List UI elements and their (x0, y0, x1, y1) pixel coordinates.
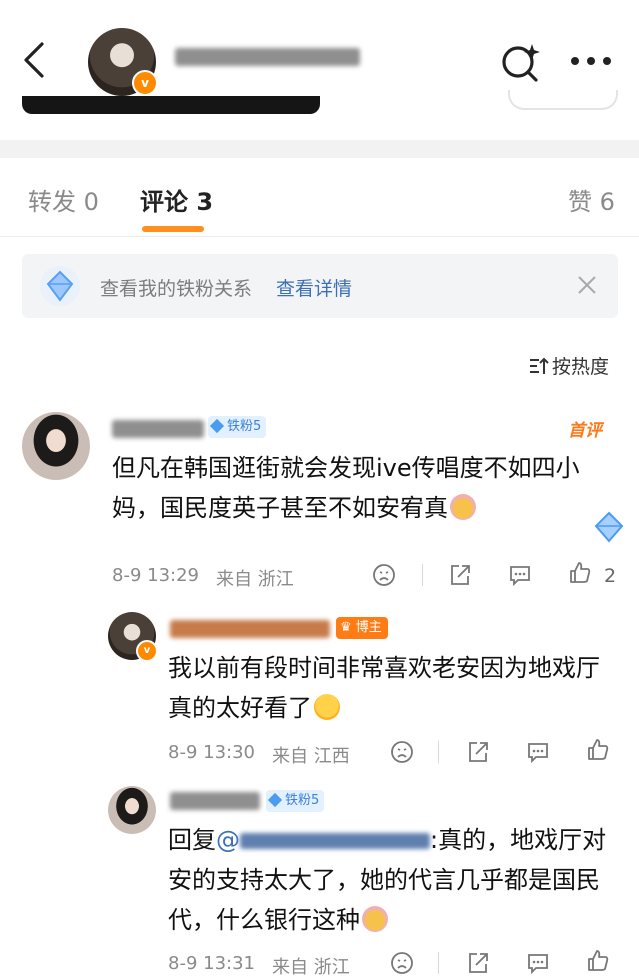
comment-location: 来自 浙江 (216, 569, 294, 590)
like-count: 2 (604, 565, 617, 587)
post-media-strip[interactable] (22, 96, 320, 114)
share-icon[interactable] (466, 951, 490, 975)
action-separator (438, 952, 439, 974)
reply-location: 来自 江西 (272, 746, 350, 767)
laugh-cry-emoji-icon (314, 694, 340, 720)
reply-time: 8-9 13:31 (168, 953, 255, 974)
like-thumb-icon[interactable] (568, 561, 592, 585)
reply-text: 回复@:真的，地戏厅对安的支持太大了，她的代言几乎都是国民代，什么银行这种 (168, 826, 607, 934)
gem-icon (267, 792, 283, 807)
mention-link[interactable]: @ (216, 826, 240, 854)
active-tab-indicator (142, 226, 204, 232)
comment-icon[interactable] (526, 951, 550, 975)
gem-icon (209, 418, 225, 433)
comment-icon[interactable] (526, 740, 550, 764)
search-icon[interactable] (500, 42, 542, 82)
dislike-face-icon[interactable] (390, 740, 414, 764)
reply-time: 8-9 13:30 (168, 742, 255, 763)
comment-time: 8-9 13:29 (112, 565, 199, 586)
banner-text: 查看我的铁粉关系 (100, 278, 253, 300)
close-icon[interactable] (574, 272, 600, 298)
fan-diamond-icon (40, 266, 80, 306)
section-divider (0, 140, 639, 158)
verified-badge-icon: v (132, 70, 158, 96)
tabs-divider (0, 236, 639, 237)
replier-name-blurred[interactable] (170, 792, 260, 810)
tab-comments[interactable]: 评论 3 (140, 182, 213, 217)
follow-button-edge[interactable] (508, 90, 618, 110)
action-separator (422, 564, 423, 586)
reply-location: 来自 浙江 (272, 957, 350, 978)
mentioned-user-blurred[interactable] (240, 833, 430, 849)
replier-avatar[interactable] (108, 786, 156, 834)
comment-text: 但凡在韩国逛街就会发现ive传唱度不如四小妈，国民度英子甚至不如安宥真 (112, 454, 580, 522)
sort-icon[interactable] (528, 356, 550, 376)
author-name-blurred (175, 48, 360, 66)
back-chevron-icon[interactable] (18, 40, 52, 80)
dislike-face-icon[interactable] (372, 563, 396, 587)
verified-badge-icon: v (136, 640, 158, 662)
fan-level-badge: 铁粉5 (208, 416, 267, 438)
emoji-icon (362, 906, 388, 932)
fan-level-badge: 铁粉5 (266, 790, 325, 812)
first-comment-label: 首评 (568, 421, 602, 441)
comment-icon[interactable] (508, 563, 532, 587)
tab-reposts[interactable]: 转发 0 (28, 182, 99, 217)
commenter-avatar[interactable] (22, 412, 90, 480)
sort-by-hot-label[interactable]: 按热度 (552, 352, 609, 379)
tab-likes[interactable]: 赞 6 (568, 182, 615, 217)
like-thumb-icon[interactable] (586, 738, 610, 762)
action-separator (438, 741, 439, 763)
bubble-diamond-icon (594, 511, 624, 543)
share-icon[interactable] (448, 563, 472, 587)
like-thumb-icon[interactable] (586, 949, 610, 973)
emoji-icon (450, 494, 476, 520)
more-ellipsis-icon[interactable] (570, 56, 612, 66)
commenter-name-blurred[interactable] (112, 420, 204, 438)
blogger-badge: ♛ 博主 (336, 617, 388, 639)
share-icon[interactable] (466, 740, 490, 764)
dislike-face-icon[interactable] (390, 951, 414, 975)
crown-icon: ♛ (340, 620, 356, 635)
blogger-name-blurred[interactable] (170, 620, 330, 638)
reply-text: 我以前有段时间非常喜欢老安因为地戏厅真的太好看了 (168, 654, 600, 722)
banner-details-link[interactable]: 查看详情 (276, 274, 352, 301)
